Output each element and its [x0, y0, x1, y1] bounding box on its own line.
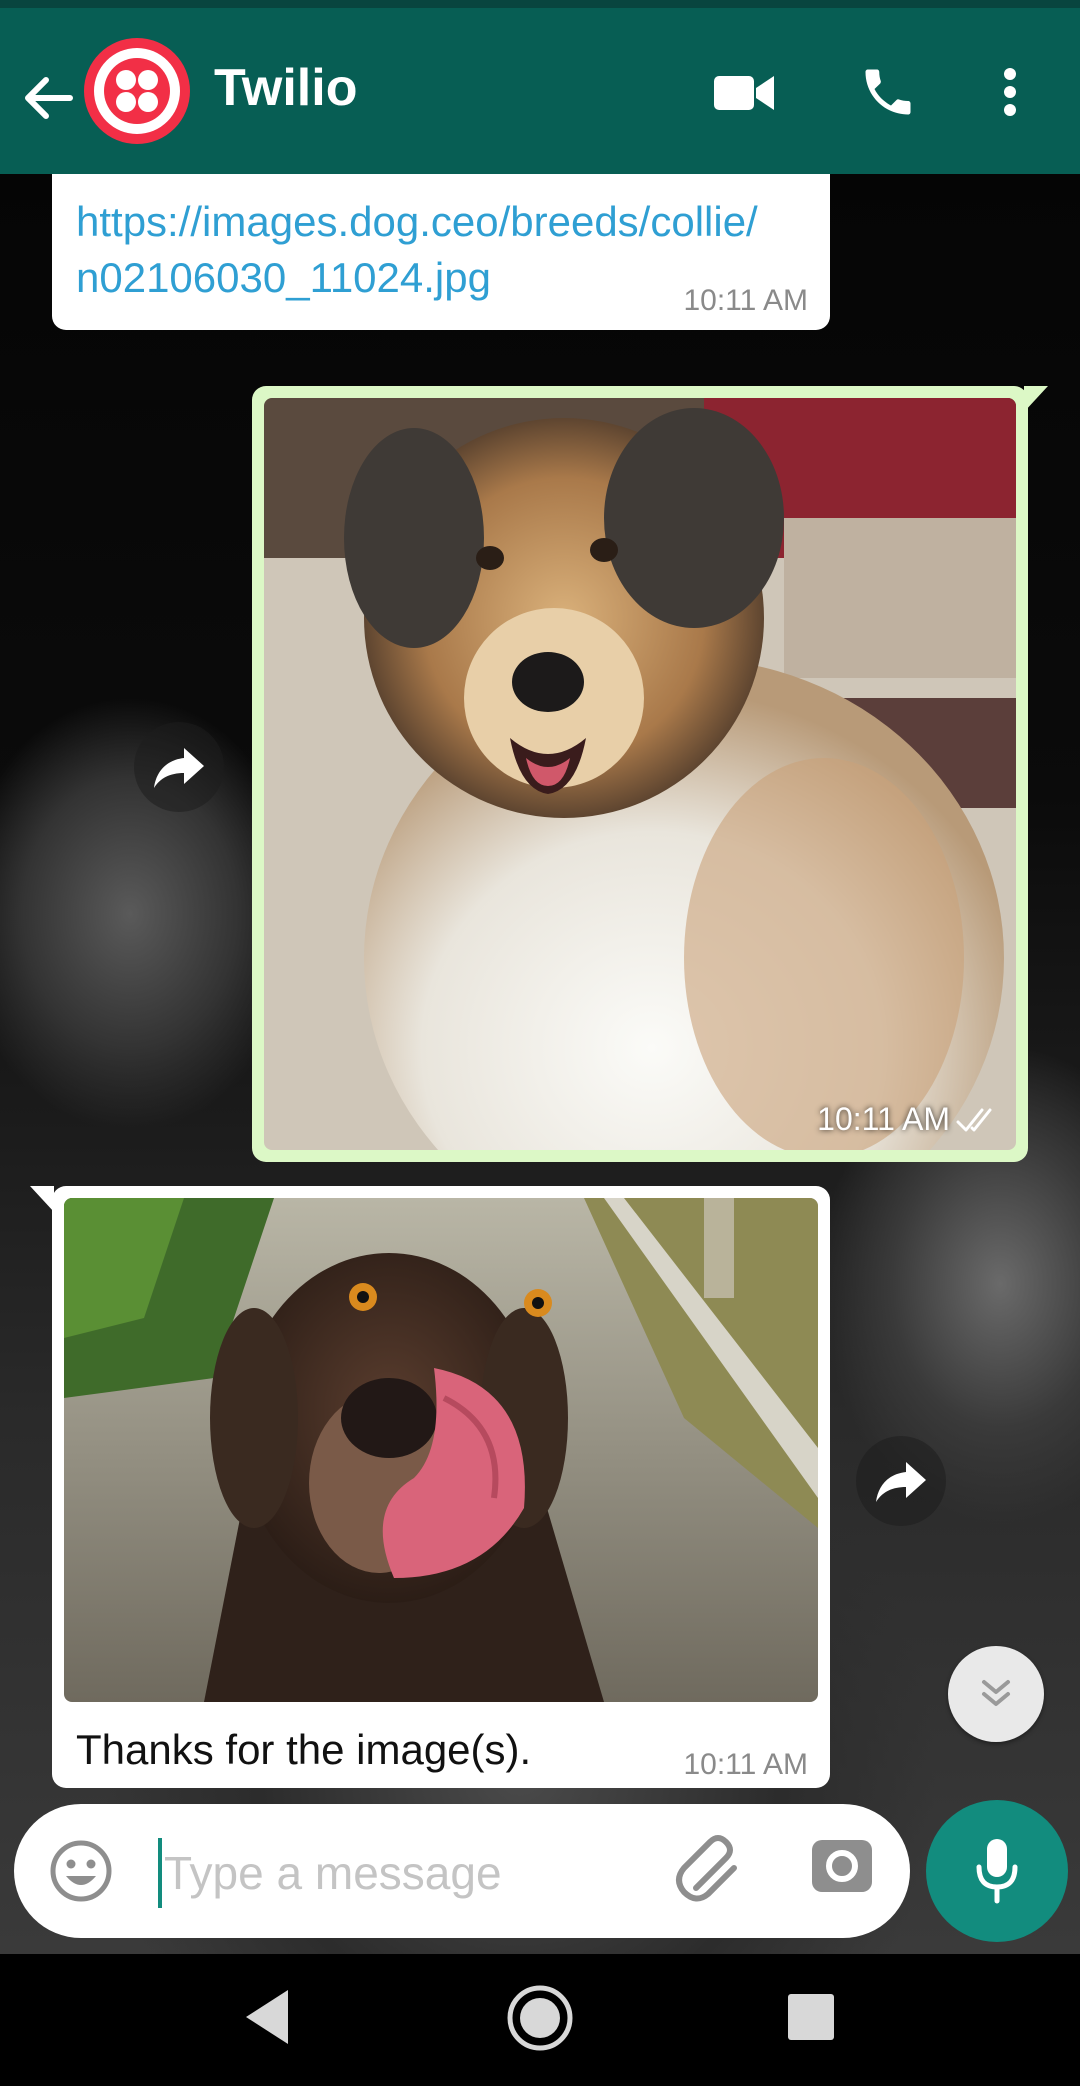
text-cursor	[158, 1838, 162, 1908]
message-bubble-incoming[interactable]: https://images.dog.ceo/breeds/collie/n02…	[52, 174, 830, 330]
scroll-to-bottom-button[interactable]	[948, 1646, 1044, 1742]
nav-home-icon[interactable]	[504, 1982, 576, 2054]
back-arrow-icon[interactable]	[18, 68, 78, 128]
contact-name[interactable]: Twilio	[214, 58, 357, 118]
voice-record-button[interactable]	[926, 1800, 1068, 1942]
message-input[interactable]	[164, 1840, 644, 1906]
emoji-icon[interactable]	[48, 1838, 114, 1904]
message-caption: Thanks for the image(s).	[76, 1726, 532, 1773]
double-check-icon	[956, 1108, 992, 1131]
message-image[interactable]	[264, 398, 1016, 1150]
camera-icon[interactable]	[810, 1834, 874, 1898]
forward-icon	[876, 1462, 926, 1502]
forward-icon	[154, 748, 204, 788]
message-meta: 10:11 AM	[817, 1101, 998, 1138]
message-bubble-incoming[interactable]: Thanks for the image(s). 10:11 AM	[30, 1186, 830, 1788]
contact-avatar[interactable]	[84, 38, 190, 144]
message-time: 10:11 AM	[817, 1101, 950, 1137]
message-composer	[14, 1804, 910, 1938]
bubble-tail	[1024, 386, 1048, 412]
chat-area[interactable]: https://images.dog.ceo/breeds/collie/n02…	[0, 174, 1080, 1954]
bubble-tail	[30, 1186, 54, 1212]
forward-button[interactable]	[134, 722, 224, 812]
message-image[interactable]	[64, 1198, 818, 1702]
nav-recents-icon[interactable]	[786, 1982, 836, 2052]
phone-icon[interactable]	[858, 62, 918, 122]
message-time: 10:11 AM	[683, 284, 808, 317]
forward-button[interactable]	[856, 1436, 946, 1526]
nav-back-icon[interactable]	[240, 1982, 300, 2052]
attach-icon[interactable]	[674, 1834, 748, 1908]
message-bubble-outgoing[interactable]: 10:11 AM	[252, 386, 1048, 1162]
status-bar	[0, 0, 1080, 8]
more-vert-icon[interactable]	[990, 62, 1030, 122]
chevron-double-down-icon	[982, 1680, 1010, 1706]
message-time: 10:11 AM	[683, 1748, 808, 1781]
system-navigation-bar	[0, 1954, 1080, 2086]
mic-icon	[976, 1839, 1018, 1904]
video-call-icon[interactable]	[712, 62, 776, 122]
message-link[interactable]: https://images.dog.ceo/breeds/collie/n02…	[76, 194, 776, 306]
chat-header: Twilio	[0, 8, 1080, 174]
